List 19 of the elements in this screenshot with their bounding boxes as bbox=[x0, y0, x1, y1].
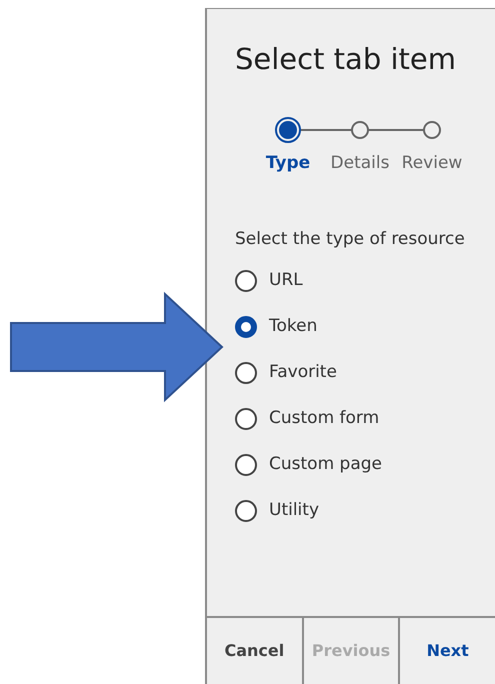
radio-button[interactable] bbox=[235, 362, 257, 384]
radio-option[interactable]: Favorite bbox=[235, 350, 337, 396]
panel-title: Select tab item bbox=[235, 41, 457, 78]
radio-button[interactable] bbox=[235, 408, 257, 430]
radio-option[interactable]: Utility bbox=[235, 488, 320, 534]
step-label: Review bbox=[402, 152, 462, 175]
footer-button[interactable]: Cancel bbox=[207, 618, 302, 684]
radio-button[interactable] bbox=[235, 500, 257, 522]
radio-option[interactable]: Custom form bbox=[235, 396, 380, 442]
radio-button[interactable] bbox=[235, 454, 257, 476]
radio-option[interactable]: Token bbox=[235, 304, 318, 350]
step-label: Type bbox=[266, 152, 310, 175]
footer-button[interactable]: Next bbox=[398, 618, 495, 684]
radio-option[interactable]: Custom page bbox=[235, 442, 382, 488]
radio-option[interactable]: URL bbox=[235, 258, 303, 304]
radio-button[interactable] bbox=[235, 316, 257, 338]
step-label: Details bbox=[330, 152, 390, 175]
radio-button[interactable] bbox=[235, 270, 257, 292]
prompt-text: Select the type of resource bbox=[235, 228, 466, 250]
